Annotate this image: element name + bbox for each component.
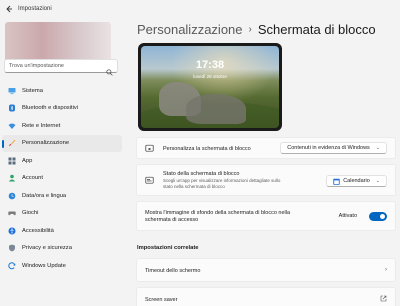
update-icon [8,262,16,270]
sidebar-item-privacy[interactable]: Privacy e sicurezza [2,240,122,258]
screen-saver-label: Screen saver [145,297,178,303]
lock-screen-wallpaper: 17:38 lunedì 28 ottobre [141,46,279,128]
brush-icon [8,139,16,147]
screen-timeout-row[interactable]: Timeout dello schermo › [136,258,396,282]
sidebar-item-label: Accessibilità [22,227,54,234]
sidebar-item-label: Account [22,175,43,182]
lock-screen-icon [145,144,154,153]
nav-menu: Sistema Bluetooth e dispositivi Rete e I… [2,82,122,275]
screen-saver-row[interactable]: Screen saver [136,287,396,306]
sidebar-item-label: Sistema [22,87,43,94]
sidebar-item-account[interactable]: Account [2,170,122,188]
toggle-knob [380,214,385,219]
sidebar-item-label: Windows Update [22,262,66,269]
sidebar-item-windows-update[interactable]: Windows Update [2,257,122,275]
sidebar-item-label: Personalizzazione [22,140,70,147]
apps-icon [8,157,16,165]
person-icon [8,174,16,182]
personalize-lock-screen-row[interactable]: Personalizza la schermata di blocco Cont… [136,137,396,159]
breadcrumb: Personalizzazione › Schermata di blocco [137,22,376,37]
wallpaper-rock [186,94,246,124]
show-background-toggle[interactable] [369,212,387,221]
chevron-right-icon: › [385,267,387,273]
sidebar-item-label: Giochi [22,210,39,217]
show-background-label: Mostra l'immagine di sfondo della scherm… [145,210,291,223]
sidebar-item-label: App [22,157,33,164]
lock-screen-status-label: Stato della schermata di blocco [163,171,240,177]
related-settings-heading: Impostazioni correlate [137,245,199,251]
screen-timeout-label: Timeout dello schermo [145,268,201,274]
lock-screen-date: lunedì 28 ottobre [193,74,227,79]
gamepad-icon [8,209,16,217]
sidebar-item-rete[interactable]: Rete e Internet [2,117,122,135]
dropdown-value: Calendario [343,178,370,184]
lock-screen-time: 17:38 [195,59,225,71]
sidebar-item-personalizzazione[interactable]: Personalizzazione [2,134,122,152]
dropdown-value: Contenuti in evidenza di Windows [287,145,370,151]
wifi-icon [8,122,16,130]
personalize-lock-screen-dropdown[interactable]: Contenuti in evidenza di Windows ⌄ [280,142,387,154]
shield-icon [8,244,16,252]
sidebar-item-giochi[interactable]: Giochi [2,205,122,223]
search-input[interactable] [9,63,105,69]
sidebar: Sistema Bluetooth e dispositivi Rete e I… [0,18,124,306]
sidebar-item-label: Data/ora e lingua [22,192,67,199]
show-background-row: Mostra l'immagine di sfondo della scherm… [136,201,396,231]
search-icon [106,63,113,81]
app-title: Impostazioni [18,6,52,12]
external-link-icon [380,295,387,304]
sidebar-item-data-ora[interactable]: Data/ora e lingua [2,187,122,205]
breadcrumb-parent[interactable]: Personalizzazione [137,22,243,37]
sidebar-item-label: Privacy e sicurezza [22,245,72,252]
sidebar-item-label: Bluetooth e dispositivi [22,105,79,112]
globe-clock-icon [8,192,16,200]
calendar-icon [333,178,340,185]
chevron-right-icon: › [248,24,252,35]
sidebar-item-sistema[interactable]: Sistema [2,82,122,100]
lock-screen-preview: 17:38 lunedì 28 ottobre [138,43,282,131]
personalize-lock-screen-label: Personalizza la schermata di blocco [163,146,251,152]
search-box[interactable] [4,59,118,76]
lock-screen-status-description: Scegli un'app per visualizzare informazi… [163,178,281,189]
lock-screen-status-dropdown[interactable]: Calendario ⌄ [326,175,387,187]
chevron-down-icon: ⌄ [375,145,380,151]
page-title: Schermata di blocco [257,22,376,37]
sidebar-item-label: Rete e Internet [22,122,61,129]
status-icon [145,176,154,185]
chevron-down-icon: ⌄ [375,178,380,184]
sidebar-item-accessibilita[interactable]: Accessibilità [2,222,122,240]
sidebar-item-bluetooth[interactable]: Bluetooth e dispositivi [2,100,122,118]
toggle-state-label: Attivato [338,213,357,219]
title-bar: Impostazioni [0,0,400,18]
monitor-icon [8,87,16,95]
lock-screen-status-row[interactable]: Stato della schermata di blocco Scegli u… [136,164,396,196]
back-arrow-icon[interactable] [0,0,18,18]
accessibility-icon [8,227,16,235]
sidebar-item-app[interactable]: App [2,152,122,170]
bluetooth-icon [8,104,16,112]
